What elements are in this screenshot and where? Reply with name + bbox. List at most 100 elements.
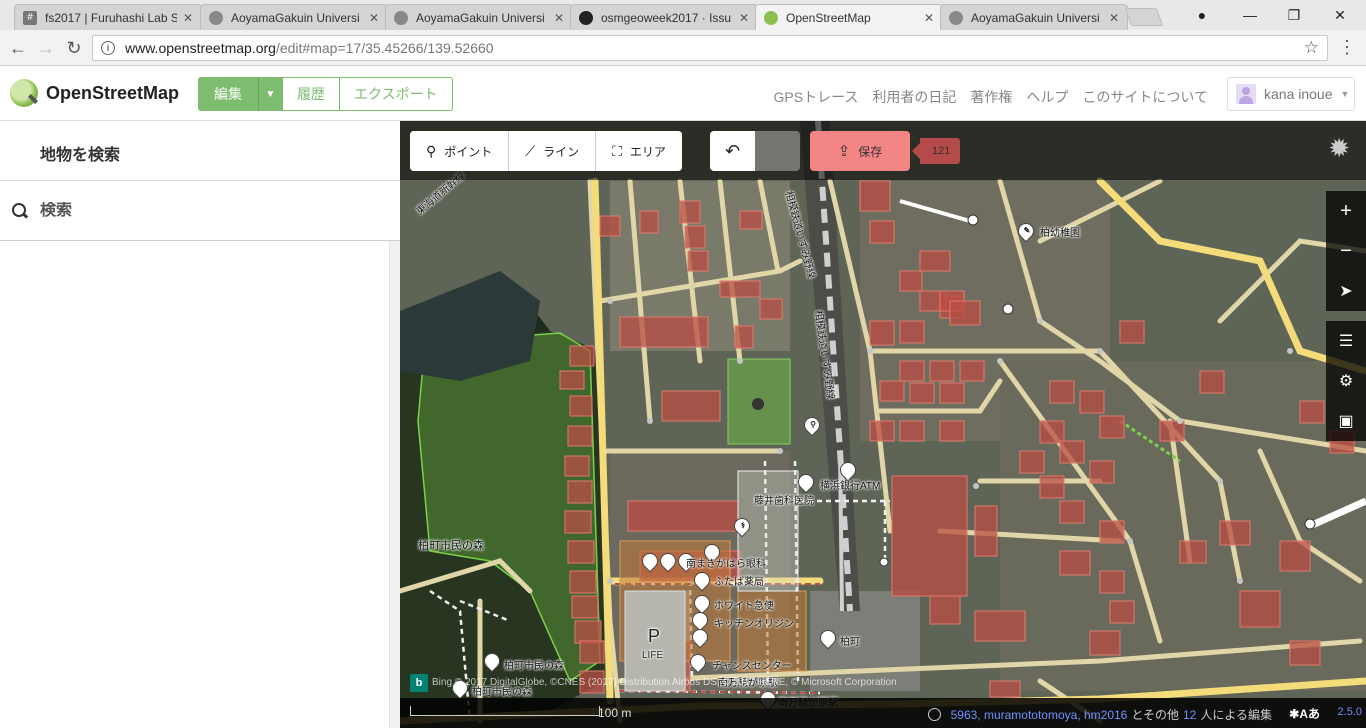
bug-report-icon[interactable]: ✱Aあ xyxy=(1289,705,1320,722)
help-icon[interactable]: ✹ xyxy=(1328,133,1350,164)
profile-icon[interactable]: ● xyxy=(1180,0,1224,30)
nav-help[interactable]: ヘルプ xyxy=(1026,87,1068,107)
forward-icon[interactable]: → xyxy=(34,36,58,60)
upload-icon: ⇪ xyxy=(837,143,851,160)
osm-logo-icon xyxy=(764,10,778,25)
minimize-icon[interactable]: — xyxy=(1228,0,1272,30)
browser-tab-active[interactable]: OpenStreetMap ✕ xyxy=(755,4,943,30)
nav-copyright[interactable]: 著作権 xyxy=(970,87,1012,107)
map-label-courier: ホワイト急便 xyxy=(714,601,774,612)
close-tab-icon[interactable]: ✕ xyxy=(924,11,934,25)
history-count-link[interactable]: 12 xyxy=(1183,708,1196,722)
save-button[interactable]: ⇪ 保存 xyxy=(810,131,910,171)
add-area-button[interactable]: ⛶ エリア xyxy=(596,131,682,171)
nav-about[interactable]: このサイトについて xyxy=(1082,87,1208,107)
search-input[interactable] xyxy=(40,202,370,220)
scale-bar[interactable] xyxy=(410,706,600,716)
history-text-tail: 人による編集 xyxy=(1200,708,1272,722)
browser-tab[interactable]: # fs2017 | Furuhashi Lab S ✕ xyxy=(14,4,202,30)
reload-icon[interactable]: ↻ xyxy=(62,36,86,60)
bing-logo-icon: b xyxy=(410,674,428,692)
zoom-in-icon[interactable]: + xyxy=(1326,191,1366,231)
close-window-icon[interactable]: ✕ xyxy=(1318,0,1362,30)
chevron-down-icon: ▼ xyxy=(1340,89,1350,99)
history-users-link[interactable]: 5963, muramototomoya, hm2016 xyxy=(951,708,1128,722)
browser-tab[interactable]: AoyamaGakuin Universi ✕ xyxy=(940,4,1128,30)
add-point-button[interactable]: ⚲ ポイント xyxy=(410,131,510,171)
tab-title: AoyamaGakuin Universi xyxy=(971,10,1100,25)
tab-title: AoyamaGakuin Universi xyxy=(231,10,360,25)
map-label-kindergarten: 柏幼稚園 xyxy=(1040,228,1080,239)
line-icon: ⟋ xyxy=(525,142,536,159)
map-label-forest: 柏町市民の森 xyxy=(418,540,484,552)
back-icon[interactable]: ← xyxy=(6,36,30,60)
history-text: とその他 xyxy=(1131,708,1179,722)
map-data-icon[interactable]: ⚙ xyxy=(1326,361,1366,401)
edit-dropdown-icon[interactable]: ▼ xyxy=(258,77,282,111)
browser-tab[interactable]: AoyamaGakuin Universi ✕ xyxy=(200,4,388,30)
nav-gps-traces[interactable]: GPSトレース xyxy=(774,87,859,107)
undo-icon[interactable]: ↶ xyxy=(710,131,755,171)
satellite-map[interactable] xyxy=(400,121,1366,728)
bicycle-icon: ⚲ xyxy=(810,419,816,429)
divider xyxy=(0,240,400,241)
site-icon xyxy=(394,10,408,25)
map-label-eye-clinic: 南まきがはら眼科 xyxy=(686,559,766,570)
map-label-atm: 横浜銀行ATM xyxy=(820,481,881,492)
tab-title: OpenStreetMap xyxy=(786,10,871,25)
restore-icon[interactable]: ❐ xyxy=(1272,0,1316,30)
close-tab-icon[interactable]: ✕ xyxy=(183,11,193,25)
edit-button[interactable]: 編集 xyxy=(198,77,258,111)
url-path: /edit#map=17/35.45266/139.52660 xyxy=(275,40,494,56)
close-tab-icon[interactable]: ✕ xyxy=(554,11,564,25)
parking-icon: P xyxy=(648,626,661,646)
map-label-kitchen: キッチンオリジン xyxy=(714,619,794,630)
sidebar-scrollbar[interactable] xyxy=(389,241,400,728)
clock-icon xyxy=(927,708,941,721)
imagery-attribution: Bing © 2017 DigitalGlobe, ©CNES (2017) D… xyxy=(432,677,897,688)
undo-redo-group: ↶ ↷ xyxy=(710,131,800,171)
info-icon[interactable]: i xyxy=(101,41,115,55)
url-host: www.openstreetmap.org xyxy=(125,40,276,56)
editor-footer: 100 m 5963, muramototomoya, hm2016 とその他 … xyxy=(400,698,1366,728)
hash-icon: # xyxy=(23,10,37,25)
browser-tab[interactable]: AoyamaGakuin Universi ✕ xyxy=(385,4,573,30)
zoom-out-icon[interactable]: − xyxy=(1326,231,1366,271)
school-icon: ✎ xyxy=(1023,225,1031,235)
browser-menu-icon[interactable]: ⋮ xyxy=(1338,38,1356,56)
github-icon xyxy=(579,10,593,25)
export-button[interactable]: エクスポート xyxy=(340,77,453,111)
new-tab-button[interactable] xyxy=(1124,8,1164,26)
redo-icon[interactable]: ↷ xyxy=(755,131,800,171)
top-nav-links: GPSトレース 利用者の日記 著作権 ヘルプ このサイトについて xyxy=(774,87,1208,107)
layers-icon[interactable]: ☰ xyxy=(1326,321,1366,361)
nav-user-diaries[interactable]: 利用者の日記 xyxy=(872,87,956,107)
browser-tab[interactable]: osmgeoweek2017 · Issu ✕ xyxy=(570,4,758,30)
bookmark-star-icon[interactable]: ☆ xyxy=(1304,38,1319,58)
address-bar[interactable]: i www.openstreetmap.org/edit#map=17/35.4… xyxy=(92,35,1328,61)
map-editor[interactable]: ✎ 柏幼稚園 相模鉄道いずみ野線 相模鉄道いずみ野線 東海道新幹線 ⚲ 横浜銀行… xyxy=(400,121,1366,728)
add-line-button[interactable]: ⟋ ライン xyxy=(509,131,597,171)
tab-title: osmgeoweek2017 · Issu xyxy=(601,10,732,25)
change-count-badge: 121 xyxy=(911,138,961,164)
close-tab-icon[interactable]: ✕ xyxy=(739,11,749,25)
site-icon xyxy=(209,10,223,25)
issues-icon[interactable]: ▣ xyxy=(1326,401,1366,441)
site-logo[interactable]: OpenStreetMap xyxy=(10,79,179,107)
history-button[interactable]: 履歴 xyxy=(282,77,340,111)
geolocate-icon[interactable]: ➤ xyxy=(1326,271,1366,311)
map-label-dental: 藤井歯科医院 xyxy=(754,496,814,507)
site-icon xyxy=(949,10,963,25)
map-label-center: チャンスセンター xyxy=(712,661,792,672)
version-link[interactable]: 2.5.0 xyxy=(1338,706,1362,718)
map-label-peak: 柏町 xyxy=(840,637,860,648)
tab-title: fs2017 | Furuhashi Lab S xyxy=(45,10,177,25)
close-tab-icon[interactable]: ✕ xyxy=(1109,11,1119,25)
search-icon xyxy=(12,203,28,219)
avatar xyxy=(1236,84,1256,104)
username: kana inoue xyxy=(1264,86,1333,102)
browser-toolbar: ← → ↻ i www.openstreetmap.org/edit#map=1… xyxy=(0,30,1366,66)
user-menu-button[interactable]: kana inoue ▼ xyxy=(1227,77,1355,111)
search-row xyxy=(0,181,400,241)
close-tab-icon[interactable]: ✕ xyxy=(369,11,379,25)
